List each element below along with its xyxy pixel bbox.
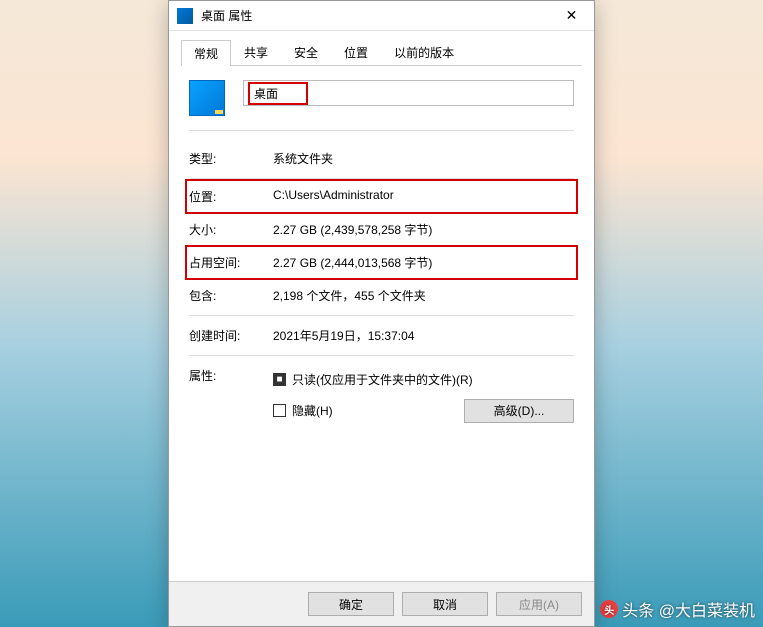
folder-name-input[interactable]: 桌面	[243, 80, 574, 106]
tab-previous-versions[interactable]: 以前的版本	[381, 39, 467, 65]
tab-content: 桌面 类型: 系统文件夹 位置: C:\Users\Administrator …	[169, 66, 594, 581]
hidden-checkbox[interactable]	[273, 404, 286, 417]
location-value: C:\Users\Administrator	[273, 188, 574, 205]
close-button[interactable]: ✕	[549, 1, 594, 31]
apply-button[interactable]: 应用(A)	[496, 592, 582, 616]
location-label: 位置:	[189, 188, 273, 205]
window-title: 桌面 属性	[201, 7, 549, 24]
folder-header: 桌面	[189, 80, 574, 131]
advanced-button[interactable]: 高级(D)...	[464, 399, 574, 423]
disk-value: 2.27 GB (2,444,013,568 字节)	[273, 254, 574, 271]
type-label: 类型:	[189, 150, 273, 167]
row-created: 创建时间: 2021年5月19日，15:37:04	[189, 318, 574, 353]
toutiao-icon: 头	[600, 600, 618, 618]
created-value: 2021年5月19日，15:37:04	[273, 327, 574, 344]
attr-controls: ■ 只读(仅应用于文件夹中的文件)(R) 隐藏(H) 高级(D)...	[273, 367, 574, 423]
hidden-checkbox-row[interactable]: 隐藏(H)	[273, 398, 456, 423]
dialog-footer: 确定 取消 应用(A)	[169, 581, 594, 626]
disk-label: 占用空间:	[189, 254, 273, 271]
tab-area: 常规 共享 安全 位置 以前的版本	[169, 31, 594, 66]
created-label: 创建时间:	[189, 327, 273, 344]
contains-label: 包含:	[189, 287, 273, 304]
ok-button[interactable]: 确定	[308, 592, 394, 616]
row-contains: 包含: 2,198 个文件，455 个文件夹	[189, 278, 574, 313]
row-size-on-disk: 占用空间: 2.27 GB (2,444,013,568 字节)	[185, 245, 578, 280]
type-value: 系统文件夹	[273, 150, 574, 167]
hidden-label: 隐藏(H)	[292, 402, 333, 419]
folder-icon	[189, 80, 225, 116]
folder-name-text: 桌面	[248, 82, 308, 105]
desktop-icon	[177, 8, 193, 24]
readonly-label: 只读(仅应用于文件夹中的文件)(R)	[292, 371, 473, 388]
tab-general[interactable]: 常规	[181, 40, 231, 66]
tab-location[interactable]: 位置	[331, 39, 381, 65]
attr-label: 属性:	[189, 367, 273, 384]
size-label: 大小:	[189, 221, 273, 238]
contains-value: 2,198 个文件，455 个文件夹	[273, 287, 574, 304]
row-size: 大小: 2.27 GB (2,439,578,258 字节)	[189, 212, 574, 247]
tabs: 常规 共享 安全 位置 以前的版本	[181, 39, 582, 66]
readonly-checkbox[interactable]: ■	[273, 373, 286, 386]
watermark-text: 头条 @大白菜装机	[622, 597, 755, 621]
row-type: 类型: 系统文件夹	[189, 141, 574, 176]
separator	[189, 315, 574, 316]
size-value: 2.27 GB (2,439,578,258 字节)	[273, 221, 574, 238]
titlebar: 桌面 属性 ✕	[169, 1, 594, 31]
separator	[189, 355, 574, 356]
tab-security[interactable]: 安全	[281, 39, 331, 65]
row-attributes: 属性: ■ 只读(仅应用于文件夹中的文件)(R) 隐藏(H) 高级(D)...	[189, 358, 574, 432]
tab-sharing[interactable]: 共享	[231, 39, 281, 65]
watermark: 头 头条 @大白菜装机	[600, 597, 755, 621]
cancel-button[interactable]: 取消	[402, 592, 488, 616]
properties-dialog: 桌面 属性 ✕ 常规 共享 安全 位置 以前的版本 桌面 类型: 系统文件夹 位…	[168, 0, 595, 627]
row-location: 位置: C:\Users\Administrator	[185, 179, 578, 214]
readonly-checkbox-row[interactable]: ■ 只读(仅应用于文件夹中的文件)(R)	[273, 367, 574, 392]
